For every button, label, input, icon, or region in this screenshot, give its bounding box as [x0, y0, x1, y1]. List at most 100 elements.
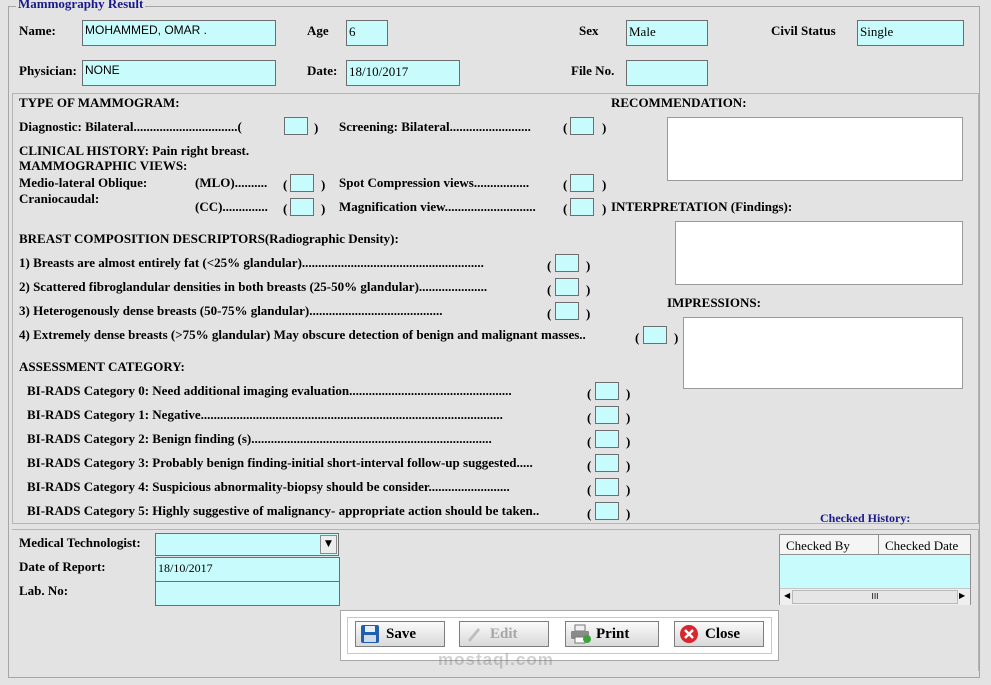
paren: ) — [586, 306, 591, 321]
views-heading: MAMMOGRAPHIC VIEWS: — [19, 158, 188, 173]
grid-row[interactable] — [780, 555, 970, 588]
composition-item: 2) Scattered fibroglandular densities in… — [19, 279, 488, 294]
paren: ) — [314, 120, 319, 135]
magnification-checkbox[interactable] — [570, 198, 594, 216]
name-field[interactable]: MOHAMMED, OMAR . — [82, 20, 276, 46]
date-field[interactable]: 18/10/2017 — [346, 60, 460, 86]
pencil-icon — [464, 624, 484, 644]
composition-checkbox-2[interactable] — [555, 278, 579, 296]
mlo-checkbox[interactable] — [290, 174, 314, 192]
birads-1-checkbox[interactable] — [595, 406, 619, 424]
save-label: Save — [386, 625, 416, 642]
floppy-disk-icon — [360, 624, 380, 644]
paren: ) — [602, 201, 607, 216]
dropdown-button[interactable]: ▼ — [320, 535, 337, 554]
composition-heading: BREAST COMPOSITION DESCRIPTORS(Radiograp… — [19, 231, 399, 246]
med-tech-label: Medical Technologist: — [19, 535, 141, 550]
paren: ( — [587, 434, 592, 449]
watermark: mostaql.com — [438, 650, 554, 669]
paren: ( — [547, 306, 552, 321]
interpretation-textarea[interactable] — [675, 221, 963, 285]
composition-item: 1) Breasts are almost entirely fat (<25%… — [19, 255, 484, 270]
age-label: Age — [307, 23, 329, 38]
civil-status-label: Civil Status — [771, 23, 836, 38]
age-field[interactable]: 6 — [346, 20, 388, 46]
horizontal-scrollbar[interactable]: ◀ III ▶ — [780, 588, 970, 605]
sex-field[interactable]: Male — [626, 20, 708, 46]
birads-item: BI-RADS Category 5: Highly suggestive of… — [27, 503, 540, 518]
file-no-field[interactable] — [626, 60, 708, 86]
paren: ( — [587, 458, 592, 473]
scroll-left-icon[interactable]: ◀ — [784, 591, 790, 600]
paren: ( — [563, 177, 568, 192]
composition-checkbox-4[interactable] — [643, 326, 667, 344]
birads-item: BI-RADS Category 2: Benign finding (s)..… — [27, 431, 492, 446]
assessment-heading: ASSESSMENT CATEGORY: — [19, 359, 185, 374]
birads-item: BI-RADS Category 1: Negative............… — [27, 407, 503, 422]
scroll-thumb[interactable]: III — [792, 590, 958, 604]
paren: ) — [626, 482, 631, 497]
paren: ( — [563, 201, 568, 216]
composition-checkbox-1[interactable] — [555, 254, 579, 272]
screening-label: Screening: Bilateral....................… — [339, 119, 531, 134]
paren: ( — [635, 330, 640, 345]
form-title: Mammography Result — [16, 0, 146, 12]
physician-label: Physician: — [19, 63, 77, 78]
birads-item: BI-RADS Category 0: Need additional imag… — [27, 383, 512, 398]
cc-label: Craniocaudal: — [19, 191, 100, 206]
diagnostic-label: Diagnostic: Bilateral...................… — [19, 119, 242, 134]
paren: ) — [626, 386, 631, 401]
composition-checkbox-3[interactable] — [555, 302, 579, 320]
date-label: Date: — [307, 63, 338, 78]
paren: ) — [626, 506, 631, 521]
diagnostic-checkbox[interactable] — [284, 117, 308, 135]
birads-0-checkbox[interactable] — [595, 382, 619, 400]
paren: ( — [283, 177, 288, 192]
paren: ( — [563, 120, 568, 135]
clinical-history: CLINICAL HISTORY: Pain right breast. — [19, 143, 250, 158]
file-no-label: File No. — [571, 63, 615, 78]
birads-3-checkbox[interactable] — [595, 454, 619, 472]
birads-4-checkbox[interactable] — [595, 478, 619, 496]
birads-5-checkbox[interactable] — [595, 502, 619, 520]
paren: ) — [626, 434, 631, 449]
paren: ) — [626, 458, 631, 473]
paren: ( — [547, 258, 552, 273]
lab-no-field[interactable] — [155, 581, 340, 606]
paren: ( — [547, 282, 552, 297]
col-header-checked-by[interactable]: Checked By — [780, 535, 879, 555]
cc-code: (CC).............. — [195, 199, 268, 214]
civil-status-field[interactable]: Single — [857, 20, 964, 46]
date-report-field[interactable]: 18/10/2017 — [155, 557, 340, 582]
paren: ( — [587, 506, 592, 521]
birads-2-checkbox[interactable] — [595, 430, 619, 448]
paren: ( — [283, 201, 288, 216]
print-button[interactable]: Print — [565, 621, 659, 647]
birads-item: BI-RADS Category 4: Suspicious abnormali… — [27, 479, 510, 494]
name-label: Name: — [19, 23, 56, 38]
edit-label: Edit — [490, 625, 518, 642]
edit-button[interactable]: Edit — [459, 621, 549, 647]
checked-history-grid[interactable]: Checked By Checked Date ◀ III ▶ — [779, 534, 971, 605]
med-tech-select[interactable] — [155, 533, 339, 556]
paren: ( — [587, 410, 592, 425]
spot-compression-checkbox[interactable] — [570, 174, 594, 192]
impressions-textarea[interactable] — [683, 317, 963, 389]
paren: ) — [586, 282, 591, 297]
col-header-checked-date[interactable]: Checked Date — [879, 535, 970, 555]
paren: ( — [587, 386, 592, 401]
composition-item: 4) Extremely dense breasts (>75% glandul… — [19, 327, 586, 342]
sex-label: Sex — [579, 23, 599, 38]
recommendation-textarea[interactable] — [667, 117, 963, 181]
close-label: Close — [705, 625, 740, 642]
save-button[interactable]: Save — [355, 621, 445, 647]
printer-icon — [570, 624, 591, 644]
mlo-label: Medio-lateral Oblique: — [19, 175, 148, 190]
paren: ) — [321, 177, 326, 192]
physician-field[interactable]: NONE — [82, 60, 276, 86]
cc-checkbox[interactable] — [290, 198, 314, 216]
scroll-right-icon[interactable]: ▶ — [959, 591, 965, 600]
screening-checkbox[interactable] — [570, 117, 594, 135]
close-button[interactable]: Close — [674, 621, 764, 647]
close-icon — [679, 624, 699, 644]
